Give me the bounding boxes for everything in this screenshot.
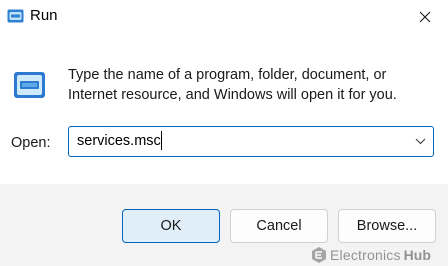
cancel-button[interactable]: Cancel bbox=[230, 209, 328, 243]
open-label: Open: bbox=[11, 135, 51, 151]
chevron-down-icon[interactable] bbox=[415, 138, 426, 145]
open-input[interactable]: services.msc bbox=[77, 133, 161, 149]
window-title: Run bbox=[30, 7, 58, 24]
browse-button[interactable]: Browse... bbox=[338, 209, 436, 243]
watermark-text-electronics: Electronics bbox=[330, 247, 401, 263]
open-combobox[interactable]: services.msc bbox=[68, 126, 434, 157]
run-app-icon bbox=[7, 9, 24, 23]
title-bar[interactable]: Run bbox=[0, 0, 448, 34]
dialog-description: Type the name of a program, folder, docu… bbox=[68, 67, 397, 103]
watermark: Electronics Hub bbox=[312, 245, 431, 265]
close-button[interactable] bbox=[402, 0, 448, 34]
ok-button[interactable]: OK bbox=[122, 209, 220, 243]
run-icon bbox=[14, 72, 45, 98]
watermark-text-hub: Hub bbox=[403, 247, 431, 263]
text-caret bbox=[161, 131, 162, 150]
dialog-body: Type the name of a program, folder, docu… bbox=[0, 34, 448, 184]
electronics-hub-logo-icon bbox=[312, 247, 326, 263]
close-icon bbox=[419, 11, 431, 23]
run-dialog: Run Type the name of a program, folder, … bbox=[0, 0, 448, 266]
